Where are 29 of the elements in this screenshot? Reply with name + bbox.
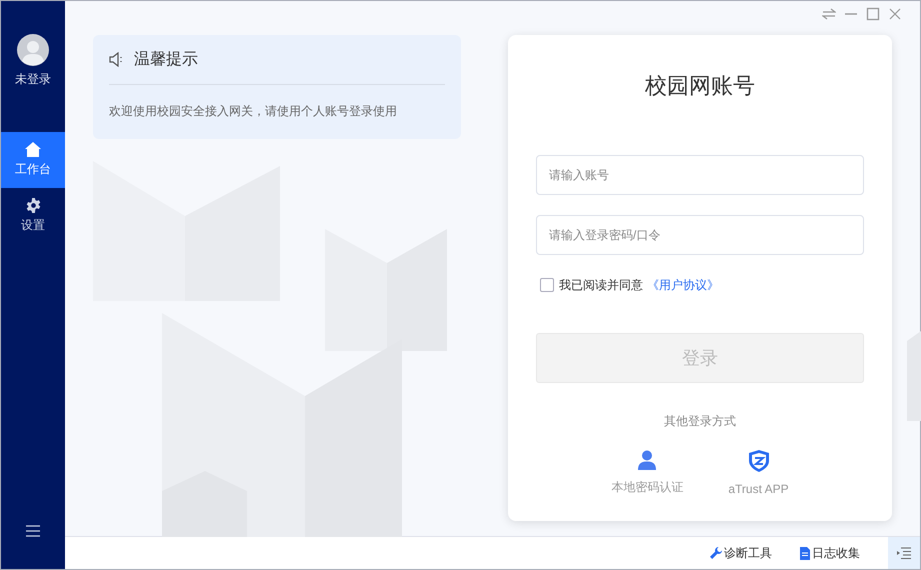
close-icon[interactable] bbox=[888, 7, 902, 21]
gear-icon bbox=[26, 198, 40, 213]
nav-tab[interactable]: 设置 bbox=[1, 188, 65, 244]
agreement-link[interactable]: 《用户协议》 bbox=[647, 276, 719, 294]
shield-icon bbox=[748, 450, 768, 472]
document-icon bbox=[800, 546, 810, 560]
agreement-checkbox[interactable] bbox=[540, 278, 554, 292]
user-label: 未登录 bbox=[15, 71, 51, 88]
input-field[interactable]: 请输入账号 bbox=[536, 155, 864, 195]
user-icon bbox=[638, 450, 656, 470]
avatar-icon bbox=[17, 34, 49, 66]
maximize-icon[interactable] bbox=[866, 7, 880, 21]
other-login-label: 其他登录方式 bbox=[663, 413, 737, 430]
collapse-button[interactable] bbox=[888, 537, 920, 569]
input-field[interactable]: 请输入登录密码/口令 bbox=[536, 215, 864, 255]
nav-tab[interactable]: 工作台 bbox=[1, 132, 65, 188]
swap-icon[interactable] bbox=[822, 7, 836, 21]
login-method-button[interactable]: aTrust APP bbox=[728, 450, 789, 498]
diagnostic-tool-button[interactable]: 诊断工具 bbox=[710, 544, 772, 562]
notice-message: 欢迎使用校园安全接入网关，请使用个人账号登录使用 bbox=[109, 103, 398, 120]
login-title: 校园网账号 bbox=[644, 72, 756, 100]
indent-icon bbox=[897, 547, 911, 559]
log-collect-button[interactable]: 日志收集 bbox=[800, 544, 860, 562]
home-icon bbox=[25, 142, 41, 157]
wrench-icon bbox=[710, 547, 722, 559]
menu-icon[interactable] bbox=[26, 525, 40, 537]
agreement-label: 我已阅读并同意 bbox=[559, 277, 643, 294]
notice-title: 温馨提示 bbox=[134, 50, 198, 70]
login-method-button[interactable]: 本地密码认证 bbox=[611, 450, 684, 498]
